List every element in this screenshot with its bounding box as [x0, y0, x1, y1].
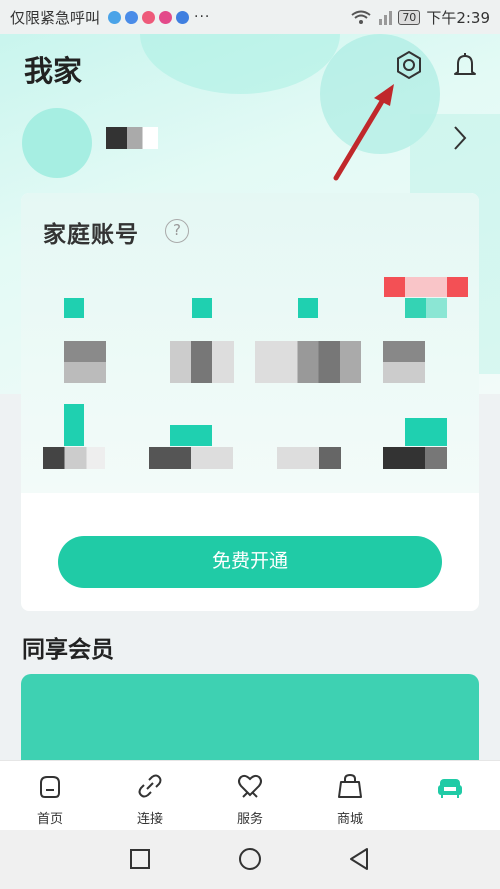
sofa-icon [438, 779, 462, 798]
card-title: 家庭账号 [43, 222, 139, 248]
benefit-label [43, 447, 105, 469]
app-notification-icon [142, 10, 156, 24]
status-bar: 仅限紧急呼叫 ··· 70 下午2:39 [0, 0, 500, 34]
nav-item-connect[interactable]: 连接 [100, 761, 200, 831]
benefit-item [64, 404, 84, 446]
benefit-label [383, 447, 447, 469]
battery-indicator: 70 [398, 9, 421, 25]
shared-members-title: 同享会员 [22, 637, 114, 663]
benefit-label [255, 341, 361, 383]
benefit-item [405, 418, 447, 446]
benefit-label [64, 341, 106, 383]
app-notification-icon [159, 10, 173, 24]
page-title: 我家 [24, 54, 83, 88]
back-icon[interactable] [345, 844, 375, 874]
shopping-bag-icon [338, 773, 362, 798]
help-icon[interactable]: ? [165, 219, 189, 243]
app-notification-icon [176, 10, 190, 24]
signal-icon [379, 11, 393, 25]
notification-icons [108, 10, 190, 24]
benefit-label [277, 447, 341, 469]
nav-label: 连接 [136, 812, 163, 827]
benefit-label [383, 341, 425, 383]
settings-icon[interactable] [394, 50, 424, 80]
benefit-item [192, 298, 212, 318]
wifi-icon [351, 10, 371, 24]
free-activate-button[interactable]: 免费开通 [58, 536, 442, 588]
heart-hands-icon [238, 774, 262, 798]
home-icon [40, 776, 60, 798]
carrier-text: 仅限紧急呼叫 [10, 8, 101, 27]
app-notification-icon [108, 10, 122, 24]
nav-label: 首页 [36, 812, 63, 827]
benefit-item [384, 277, 468, 297]
decor-blob [140, 34, 340, 94]
nav-label: 服务 [236, 812, 263, 827]
bell-icon[interactable] [450, 50, 480, 80]
bottom-nav: 首页 连接 服务 商城 [0, 760, 500, 830]
benefit-item [298, 298, 318, 318]
family-account-card: 家庭账号 ? 免费开通 [21, 193, 479, 611]
profile-name[interactable]: ■ 6 [106, 127, 158, 149]
benefit-item [170, 425, 212, 446]
avatar[interactable] [22, 108, 92, 178]
benefit-label [149, 447, 233, 469]
recent-apps-icon[interactable] [125, 844, 155, 874]
nav-item-my-home[interactable] [400, 761, 500, 831]
nav-item-home[interactable]: 首页 [0, 761, 100, 831]
link-icon [138, 774, 162, 798]
benefit-item [64, 298, 84, 318]
chevron-right-icon[interactable] [450, 124, 470, 152]
benefit-item [405, 298, 447, 318]
nav-item-service[interactable]: 服务 [200, 761, 300, 831]
app-notification-icon [125, 10, 139, 24]
annotation-arrow [333, 84, 394, 181]
more-notifications: ··· [194, 9, 211, 25]
clock: 下午2:39 [426, 8, 490, 27]
system-nav-bar [0, 830, 500, 889]
nav-item-mall[interactable]: 商城 [300, 761, 400, 831]
benefit-label [170, 341, 234, 383]
nav-label: 商城 [336, 812, 363, 827]
home-button-icon[interactable] [235, 844, 265, 874]
